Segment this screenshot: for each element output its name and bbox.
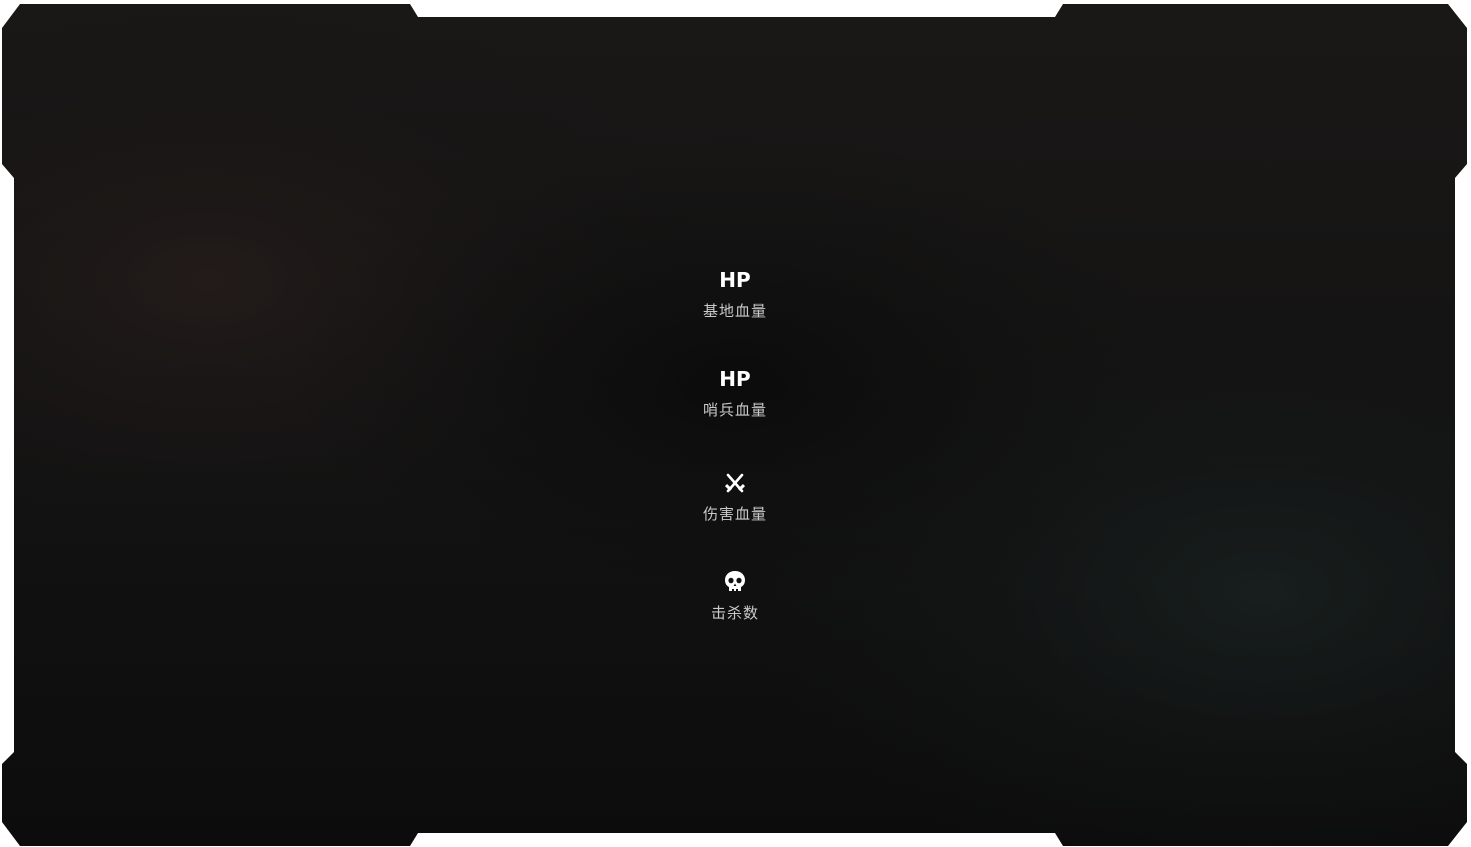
stat-sentry-hp: HP 哨兵血量 [635, 367, 835, 420]
skull-icon [635, 570, 835, 594]
stats-column: HP 基地血量 HP 哨兵血量 伤害血量 击杀数 [635, 268, 835, 648]
base-hp-label: 基地血量 [702, 302, 767, 320]
stat-damage-hp: 伤害血量 [635, 471, 835, 524]
sentry-hp-value: HP [719, 367, 751, 391]
damage-hp-label: 伤害血量 [702, 505, 767, 523]
stat-base-hp: HP 基地血量 [635, 268, 835, 321]
scoreboard-panel: HP 基地血量 HP 哨兵血量 伤害血量 击杀数 [0, 0, 1471, 847]
kills-label: 击杀数 [710, 604, 759, 622]
sentry-hp-label: 哨兵血量 [702, 401, 767, 419]
crossed-swords-icon [635, 471, 835, 495]
stat-kills: 击杀数 [635, 570, 835, 623]
base-hp-value: HP [719, 268, 751, 292]
